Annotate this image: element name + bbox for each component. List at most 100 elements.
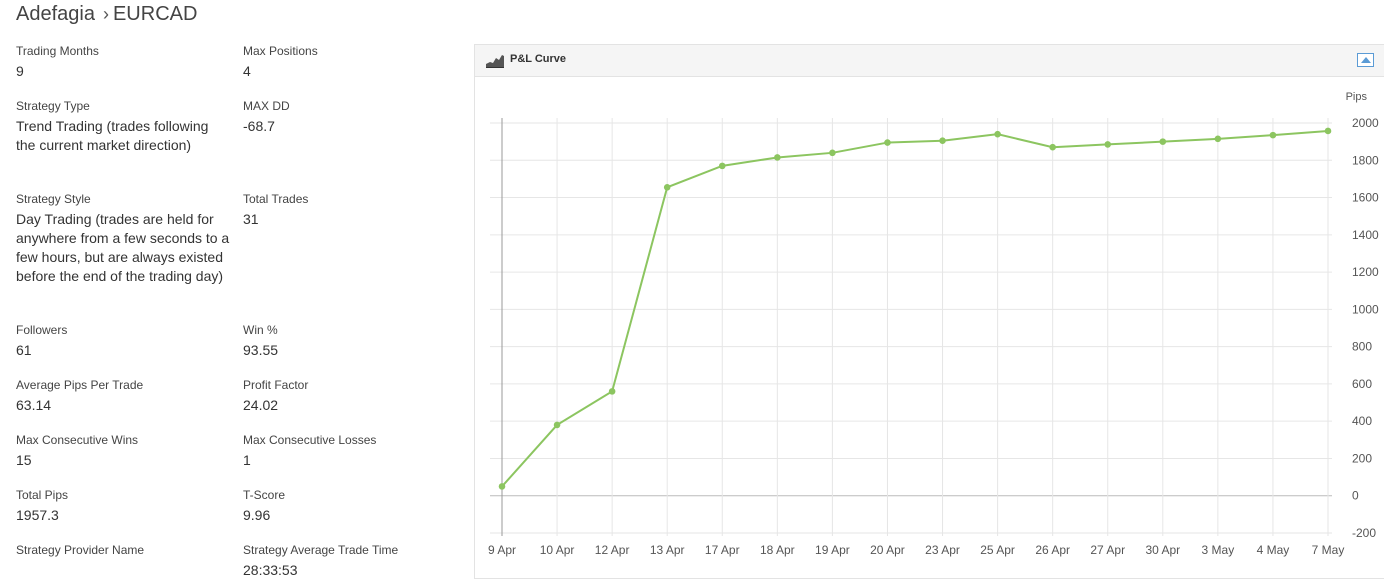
stat-label: Strategy Style bbox=[16, 192, 91, 206]
data-point bbox=[718, 162, 726, 170]
stat-value: 61 bbox=[16, 342, 32, 358]
x-tick-label: 7 May bbox=[1312, 543, 1345, 557]
stat-label: Total Pips bbox=[16, 488, 69, 502]
stat-value: 15 bbox=[16, 452, 32, 468]
y-tick-label: 1800 bbox=[1352, 153, 1379, 167]
stat-item: T-Score 9.96 bbox=[243, 487, 470, 525]
stat-label: T-Score bbox=[243, 488, 286, 502]
x-tick-label: 26 Apr bbox=[1035, 543, 1070, 557]
stat-label: Max Consecutive Wins bbox=[16, 433, 139, 447]
stat-item: Trading Months 9 bbox=[16, 43, 243, 81]
data-point bbox=[1049, 143, 1056, 151]
stat-item: Strategy Average Trade Time 28:33:53 bbox=[243, 542, 470, 579]
stat-label: Win % bbox=[243, 323, 278, 337]
x-tick-label: 10 Apr bbox=[540, 543, 575, 557]
stat-value: 1 bbox=[243, 452, 251, 468]
y-tick-label: 2000 bbox=[1352, 116, 1379, 130]
stat-row: Total Pips 1957.3 T-Score 9.96 bbox=[16, 487, 470, 525]
stat-row: Strategy Style Day Trading (trades are he… bbox=[16, 191, 470, 286]
stat-label: Strategy Average Trade Time bbox=[243, 543, 399, 557]
stat-item: Strategy Provider Name bbox=[16, 542, 243, 579]
x-tick-label: 27 Apr bbox=[1090, 543, 1125, 557]
stat-value: 93.55 bbox=[243, 342, 279, 358]
data-point bbox=[994, 130, 1001, 138]
stat-value: 9 bbox=[16, 63, 24, 79]
pl-curve-panel: P&L Curve -200 0 200 400 600 800 1000 1200 1400 1… bbox=[474, 44, 1384, 579]
y-tick-label: 1000 bbox=[1352, 302, 1379, 316]
data-point bbox=[829, 149, 836, 157]
y-tick-label: -200 bbox=[1352, 526, 1376, 540]
pl-chart-svg: -200 0 200 400 600 800 1000 1200 1400 1600 1800 200… bbox=[488, 91, 1379, 557]
data-point bbox=[1104, 141, 1112, 148]
stat-label: Total Trades bbox=[243, 192, 309, 206]
stat-value: Trend Trading (trades following the curr… bbox=[16, 118, 209, 153]
y-tick-label: 400 bbox=[1352, 414, 1372, 428]
x-tick-label: 23 Apr bbox=[925, 543, 960, 557]
y-tick-label: 1200 bbox=[1352, 265, 1379, 279]
x-tick-label: 20 Apr bbox=[870, 543, 905, 557]
data-point bbox=[663, 183, 671, 191]
stat-value: 63.14 bbox=[16, 397, 52, 413]
stat-value: 9.96 bbox=[243, 507, 271, 523]
page-title: Adefagia › EURCAD bbox=[16, 3, 197, 26]
area-chart-icon bbox=[486, 55, 504, 68]
stat-label: Strategy Type bbox=[16, 99, 90, 113]
stat-value: 28:33:53 bbox=[243, 562, 298, 578]
y-tick-label: 200 bbox=[1352, 451, 1372, 465]
y-tick-label: 0 bbox=[1352, 489, 1359, 503]
x-tick-label: 17 Apr bbox=[705, 543, 740, 557]
stat-label: Max Consecutive Losses bbox=[243, 433, 377, 447]
stat-value: 24.02 bbox=[243, 397, 279, 413]
x-tick-label: 4 May bbox=[1257, 543, 1290, 557]
stat-item: Total Pips 1957.3 bbox=[16, 487, 243, 525]
stat-item: Win % 93.55 bbox=[243, 322, 470, 360]
panel-title: P&L Curve bbox=[510, 53, 567, 65]
stat-value: 1957.3 bbox=[16, 507, 59, 523]
data-point bbox=[939, 137, 946, 145]
stat-item: MAX DD -68.7 bbox=[243, 98, 470, 155]
stat-row: Strategy Type Trend Trading (trades follo… bbox=[16, 98, 470, 155]
stat-label: Strategy Provider Name bbox=[16, 543, 145, 557]
y-tick-label: 1600 bbox=[1352, 191, 1379, 205]
stat-value: 31 bbox=[243, 211, 259, 227]
stat-label: Profit Factor bbox=[243, 378, 309, 392]
stat-item: Max Consecutive Losses 1 bbox=[243, 432, 470, 470]
x-tick-label: 18 Apr bbox=[760, 543, 795, 557]
data-point bbox=[1269, 131, 1277, 139]
y-axis-label: Pips bbox=[1346, 91, 1368, 103]
x-tick-label: 25 Apr bbox=[980, 543, 1015, 557]
stat-item: Max Positions 4 bbox=[243, 43, 470, 81]
stat-row: Followers 61 Win % 93.55 bbox=[16, 322, 470, 360]
data-point bbox=[608, 388, 616, 395]
stat-value: Day Trading (trades are held for anywher… bbox=[16, 211, 230, 284]
stat-item: Strategy Style Day Trading (trades are he… bbox=[16, 191, 243, 286]
stat-label: MAX DD bbox=[243, 99, 290, 113]
stat-item: Total Trades 31 bbox=[243, 191, 470, 286]
breadcrumb-separator: › bbox=[102, 4, 109, 24]
stat-label: Followers bbox=[16, 323, 68, 337]
x-tick-label: 13 Apr bbox=[650, 543, 685, 557]
data-point bbox=[884, 139, 891, 146]
pl-chart: -200 0 200 400 600 800 1000 1200 1400 1600 1800 200… bbox=[475, 78, 1384, 579]
data-point bbox=[1159, 138, 1167, 145]
y-tick-label: 800 bbox=[1352, 340, 1372, 354]
data-point bbox=[1214, 135, 1222, 143]
stat-label: Average Pips Per Trade bbox=[16, 378, 144, 392]
data-point bbox=[774, 154, 781, 161]
y-tick-label: 1400 bbox=[1352, 228, 1379, 242]
stat-item: Followers 61 bbox=[16, 322, 243, 360]
stat-label: Max Positions bbox=[243, 44, 318, 58]
x-tick-label: 30 Apr bbox=[1145, 543, 1180, 557]
stat-row: Average Pips Per Trade 63.14 Profit Factor… bbox=[16, 377, 470, 415]
x-tick-label: 9 Apr bbox=[488, 543, 516, 557]
panel-header: P&L Curve bbox=[475, 45, 1384, 77]
stat-item: Max Consecutive Wins 15 bbox=[16, 432, 243, 470]
y-tick-label: 600 bbox=[1352, 377, 1372, 391]
data-point bbox=[553, 421, 561, 429]
stat-item: Average Pips Per Trade 63.14 bbox=[16, 377, 243, 415]
provider-name: Adefagia bbox=[16, 3, 95, 25]
stat-item: Strategy Type Trend Trading (trades follo… bbox=[16, 98, 243, 155]
data-point bbox=[498, 483, 506, 490]
stat-label: Trading Months bbox=[16, 44, 99, 58]
collapse-up-icon[interactable] bbox=[1357, 53, 1374, 67]
